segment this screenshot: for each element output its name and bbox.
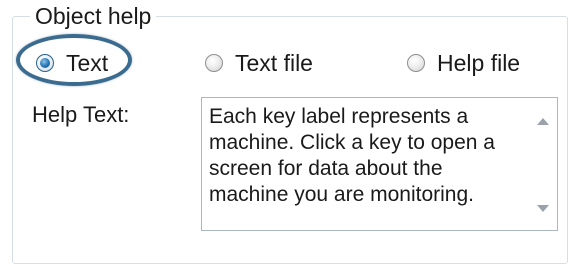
object-help-legend: Object help — [30, 3, 157, 29]
scroll-down-arrow-icon[interactable] — [537, 205, 549, 212]
radio-text-label: Text — [66, 50, 109, 76]
radio-dot-icon — [40, 58, 50, 68]
scroll-up-arrow-icon[interactable] — [537, 118, 549, 125]
help-text-content[interactable]: Each key label represents a machine. Cli… — [209, 104, 521, 208]
radio-text[interactable]: Text — [36, 48, 108, 78]
radio-selected-icon[interactable] — [36, 54, 54, 72]
radio-unselected-icon[interactable] — [205, 54, 223, 72]
radio-help-file-label: Help file — [437, 50, 521, 76]
help-text-textarea[interactable]: Each key label represents a machine. Cli… — [201, 97, 558, 231]
radio-help-file[interactable]: Help file — [407, 48, 520, 78]
radio-text-file-label: Text file — [235, 50, 313, 76]
help-text-scrollbar[interactable] — [529, 98, 557, 230]
radio-text-file[interactable]: Text file — [205, 48, 313, 78]
help-text-label: Help Text: — [32, 102, 130, 127]
radio-unselected-icon[interactable] — [407, 54, 425, 72]
